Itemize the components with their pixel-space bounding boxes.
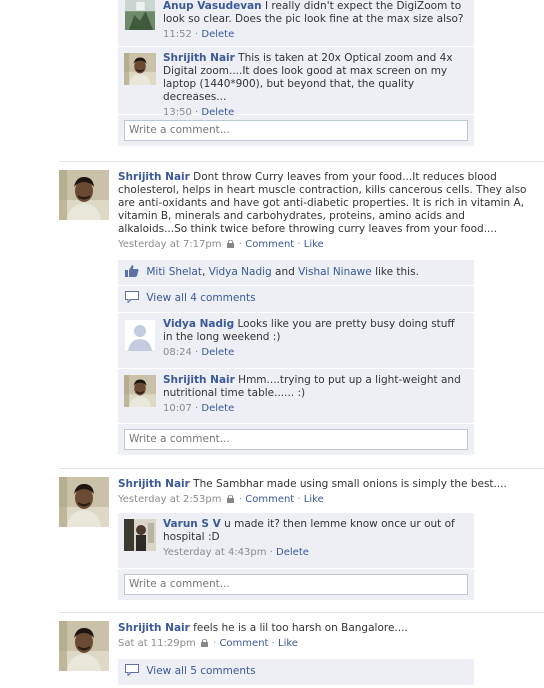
story-time[interactable]: Sat at 11:29pm bbox=[118, 638, 196, 649]
comment-item: Shrijith Nair Hmm....trying to put up a … bbox=[118, 369, 474, 424]
like-link[interactable]: Like bbox=[304, 494, 324, 505]
story-author[interactable]: Shrijith Nair bbox=[118, 171, 190, 183]
story-body: Shrijith Nair Dont throw Curry leaves fr… bbox=[118, 171, 536, 251]
story-body: Shrijith Nair The Sambhar made using sma… bbox=[118, 478, 536, 506]
like-name[interactable]: Vishal Ninawe bbox=[298, 266, 372, 278]
comment-link[interactable]: Comment bbox=[245, 494, 294, 505]
story-meta: Yesterday at 2:53pm · Comment · Like bbox=[118, 494, 324, 505]
write-comment-box: Write a comment... bbox=[118, 115, 474, 146]
comment-meta: 08:24 · Delete bbox=[163, 347, 235, 358]
story-time[interactable]: Yesterday at 7:17pm bbox=[118, 239, 222, 250]
anup-avatar[interactable] bbox=[124, 0, 156, 30]
comment-time: 13:50 bbox=[163, 107, 192, 118]
write-comment-box: Write a comment... bbox=[118, 424, 474, 455]
view-all-comments-link[interactable]: View all 4 comments bbox=[146, 292, 255, 304]
thumbs-up-icon bbox=[125, 265, 139, 277]
comment-meta: 13:50 · Delete bbox=[163, 107, 235, 118]
comment-item: Vidya Nadig Looks like you are pretty bu… bbox=[118, 313, 474, 369]
post3-feedback: Varun S V u made it? then lemme know onc… bbox=[118, 513, 474, 600]
write-comment-input[interactable]: Write a comment... bbox=[124, 429, 468, 450]
shrijith-avatar[interactable] bbox=[124, 53, 156, 85]
view-all-comments-link[interactable]: View all 5 comments bbox=[146, 665, 255, 677]
like-link[interactable]: Like bbox=[278, 638, 298, 649]
delete-link[interactable]: Delete bbox=[201, 403, 234, 414]
delete-link[interactable]: Delete bbox=[276, 547, 309, 558]
comments-icon bbox=[125, 291, 139, 303]
write-comment-input[interactable]: Write a comment... bbox=[124, 574, 468, 595]
varun-avatar[interactable] bbox=[124, 519, 156, 551]
delete-link[interactable]: Delete bbox=[201, 29, 234, 40]
like-separator: , bbox=[201, 266, 209, 278]
story-author[interactable]: Shrijith Nair bbox=[118, 622, 190, 634]
like-link[interactable]: Like bbox=[304, 239, 324, 250]
comment-meta: 11:52 · Delete bbox=[163, 29, 235, 40]
lock-icon bbox=[226, 240, 234, 248]
story-text: feels he is a lil too harsh on Bangalore… bbox=[193, 622, 408, 634]
post2-feedback: Miti Shelat, Vidya Nadig and Vishal Nina… bbox=[118, 260, 474, 455]
comment-item: Anup Vasudevan I really didn't expect th… bbox=[118, 0, 474, 47]
author-avatar[interactable] bbox=[59, 477, 109, 527]
lock-icon bbox=[200, 639, 208, 647]
story-body: Shrijith Nair feels he is a lil too hars… bbox=[118, 622, 536, 650]
like-name[interactable]: Vidya Nadig bbox=[209, 266, 272, 278]
delete-link[interactable]: Delete bbox=[201, 347, 234, 358]
story-text: The Sambhar made using small onions is s… bbox=[193, 478, 507, 490]
post4-feedback: View all 5 comments bbox=[118, 659, 474, 686]
story-author[interactable]: Shrijith Nair bbox=[118, 478, 190, 490]
comment-time: Yesterday at 4:43pm bbox=[163, 547, 267, 558]
delete-link[interactable]: Delete bbox=[201, 107, 234, 118]
comment-link[interactable]: Comment bbox=[245, 239, 294, 250]
comment-link[interactable]: Comment bbox=[219, 638, 268, 649]
comment-meta: 10:07 · Delete bbox=[163, 403, 235, 414]
comment-meta: Yesterday at 4:43pm · Delete bbox=[163, 547, 309, 558]
story-time[interactable]: Yesterday at 2:53pm bbox=[118, 494, 222, 505]
comment-time: 11:52 bbox=[163, 29, 192, 40]
write-comment-box: Write a comment... bbox=[118, 569, 474, 600]
comment-time: 08:24 bbox=[163, 347, 192, 358]
like-separator: and bbox=[271, 266, 299, 278]
like-name[interactable]: Miti Shelat bbox=[146, 266, 202, 278]
comment-author[interactable]: Anup Vasudevan bbox=[163, 0, 262, 12]
write-comment-input[interactable]: Write a comment... bbox=[124, 120, 468, 141]
shrijith-avatar[interactable] bbox=[124, 375, 156, 407]
view-all-comments-row: View all 4 comments bbox=[118, 286, 474, 313]
comment-author[interactable]: Shrijith Nair bbox=[163, 52, 235, 64]
likes-suffix: like this. bbox=[371, 266, 419, 278]
likes-row: Miti Shelat, Vidya Nadig and Vishal Nina… bbox=[118, 260, 474, 286]
story-meta: Yesterday at 7:17pm · Comment · Like bbox=[118, 239, 324, 250]
thread1-feedback: Anup Vasudevan I really didn't expect th… bbox=[118, 0, 474, 146]
comment-item: Varun S V u made it? then lemme know onc… bbox=[118, 513, 474, 569]
comments-icon bbox=[125, 664, 139, 676]
vidya-avatar[interactable] bbox=[124, 319, 156, 351]
view-all-comments-row: View all 5 comments bbox=[118, 659, 474, 686]
author-avatar[interactable] bbox=[59, 170, 109, 220]
story-meta: Sat at 11:29pm · Comment · Like bbox=[118, 638, 298, 649]
comment-item: Shrijith Nair This is taken at 20x Optic… bbox=[118, 47, 474, 118]
comment-author[interactable]: Vidya Nadig bbox=[163, 318, 234, 330]
author-avatar[interactable] bbox=[59, 621, 109, 671]
comment-author[interactable]: Varun S V bbox=[163, 518, 221, 530]
comment-time: 10:07 bbox=[163, 403, 192, 414]
comment-author[interactable]: Shrijith Nair bbox=[163, 374, 235, 386]
lock-icon bbox=[226, 495, 234, 503]
